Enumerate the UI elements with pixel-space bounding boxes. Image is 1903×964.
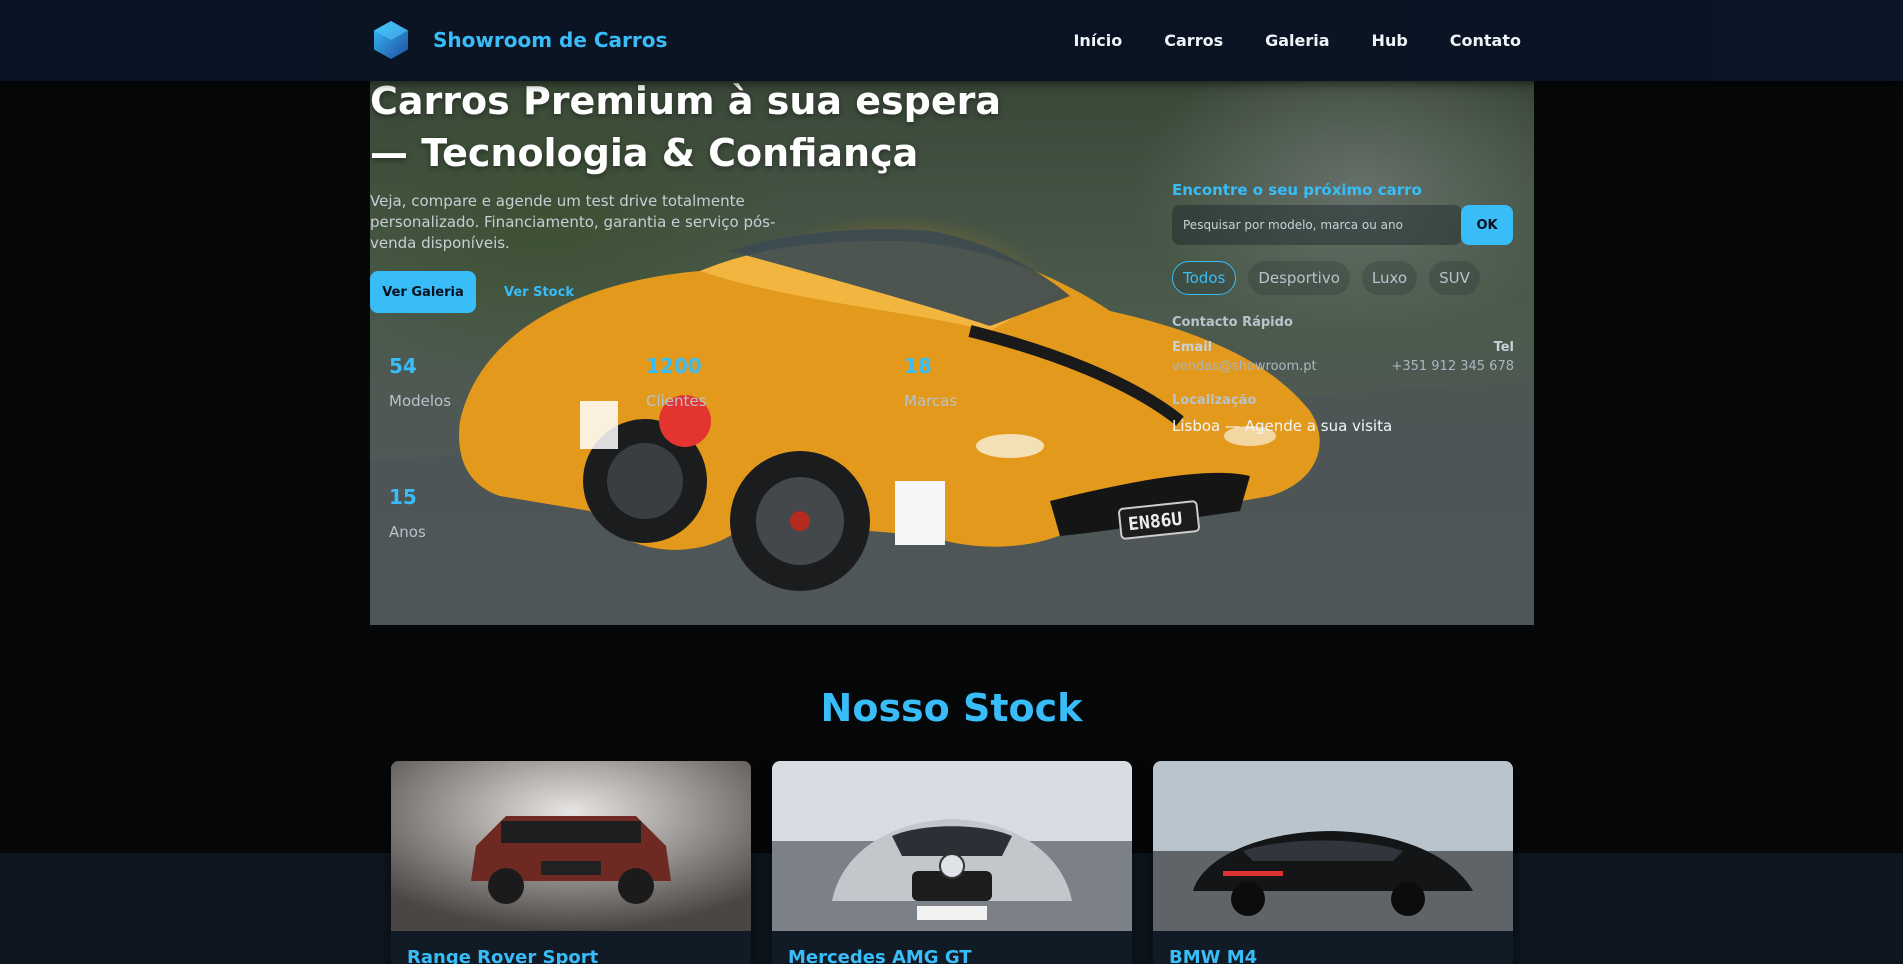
location-value: Lisboa — Agende a sua visita (1172, 417, 1393, 435)
stock-card[interactable]: Range Rover Sport (391, 761, 751, 964)
stat-clientes: 1200 Clientes (646, 354, 706, 410)
stat-label: Modelos (389, 392, 452, 410)
email-value[interactable]: vendas@showroom.pt (1172, 359, 1317, 374)
tel-label: Tel (1493, 340, 1514, 355)
stat-value: 54 (389, 354, 417, 378)
hero-subtitle: Veja, compare e agende um test drive tot… (370, 192, 776, 252)
stock-card[interactable]: BMW M4 (1153, 761, 1513, 964)
nav-link-inicio[interactable]: Início (1073, 31, 1122, 50)
email-label: Email (1172, 340, 1213, 355)
ver-stock-link[interactable]: Ver Stock (504, 285, 574, 300)
brand[interactable]: Showroom de Carros (371, 20, 667, 60)
contact-title: Contacto Rápido (1172, 315, 1293, 330)
search-panel: Encontre o seu próximo carro OK Todos De… (1172, 181, 1514, 435)
top-navbar: Showroom de Carros Início Carros Galeria… (0, 0, 1903, 81)
filter-chip-suv[interactable]: SUV (1429, 261, 1480, 295)
stock-section-title: Nosso Stock (820, 686, 1083, 730)
ver-galeria-button[interactable]: Ver Galeria (370, 271, 476, 313)
search-title: Encontre o seu próximo carro (1172, 181, 1422, 199)
search-ok-button[interactable]: OK (1461, 205, 1513, 245)
stat-value: 15 (389, 485, 417, 509)
filter-chip-desportivo[interactable]: Desportivo (1248, 261, 1350, 295)
stat-label: Clientes (646, 392, 707, 410)
stat-value: 18 (904, 354, 932, 378)
tel-value[interactable]: +351 912 345 678 (1391, 359, 1514, 374)
hero-section: EN86U Carros Premium à sua espera — Tecn… (370, 81, 1534, 625)
nav-link-galeria[interactable]: Galeria (1265, 31, 1329, 50)
stat-label: Anos (389, 523, 426, 541)
main-nav: Início Carros Galeria Hub Contato (1031, 0, 1521, 81)
stat-value: 1200 (646, 354, 702, 378)
nav-link-contato[interactable]: Contato (1450, 31, 1521, 50)
nav-link-hub[interactable]: Hub (1372, 31, 1408, 50)
stock-card[interactable]: Mercedes AMG GT (772, 761, 1132, 964)
brand-name: Showroom de Carros (433, 28, 668, 52)
search-input[interactable] (1172, 205, 1462, 245)
stat-modelos: 54 Modelos (389, 354, 451, 410)
hexagon-logo-icon (374, 21, 408, 59)
hero-title: Carros Premium à sua espera — Tecnologia… (370, 81, 1001, 175)
stat-anos: 15 Anos (389, 485, 426, 541)
card-title: Mercedes AMG GT (788, 947, 972, 964)
stat-marcas: 18 Marcas (904, 354, 957, 410)
location-label: Localização (1172, 393, 1257, 408)
nav-link-carros[interactable]: Carros (1164, 31, 1223, 50)
filter-chip-luxo[interactable]: Luxo (1361, 261, 1418, 295)
stat-label: Marcas (904, 392, 958, 410)
mercedes-amg-image (772, 761, 1132, 931)
filter-chip-todos[interactable]: Todos (1172, 261, 1237, 295)
card-title: Range Rover Sport (407, 947, 599, 964)
range-rover-image (391, 761, 751, 931)
bmw-m4-image (1153, 761, 1513, 931)
filter-chips: Todos Desportivo Luxo SUV (1172, 261, 1480, 295)
card-title: BMW M4 (1169, 947, 1258, 964)
